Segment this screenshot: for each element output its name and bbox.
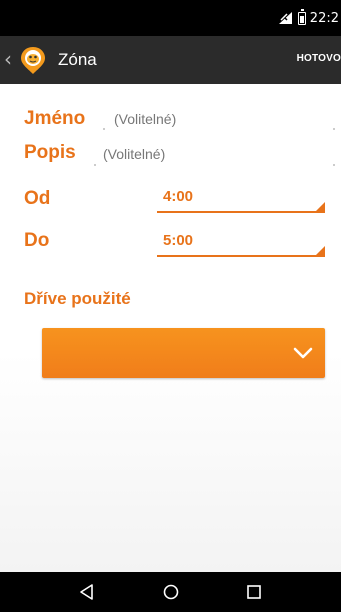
chevron-down-icon [291, 341, 315, 365]
nav-bar [0, 572, 341, 612]
back-triangle-icon[interactable] [77, 582, 97, 602]
to-spinner-underline [157, 255, 325, 257]
from-spinner-underline [157, 211, 325, 213]
name-input[interactable]: (Volitelné) [114, 111, 176, 127]
chevron-left-icon[interactable]: ‹ [4, 49, 12, 69]
app-logo-icon[interactable] [17, 44, 49, 76]
to-time-value: 5:00 [163, 232, 194, 249]
status-icons: 22:2 [278, 8, 339, 27]
previously-used-dropdown[interactable] [42, 328, 325, 378]
to-label: Do [24, 230, 50, 251]
name-input-marker [103, 128, 105, 130]
recents-square-icon[interactable] [244, 582, 264, 602]
app-bar: ‹ Zóna HOTOVO [0, 36, 341, 84]
zone-form: Jméno (Volitelné) Popis (Volitelné) Od 4… [0, 84, 341, 572]
signal-icon [278, 12, 294, 24]
from-spinner-corner [316, 202, 325, 211]
name-input-end [333, 128, 335, 130]
battery-icon [297, 8, 306, 25]
to-spinner-corner [316, 246, 325, 255]
status-time: 22:2 [309, 10, 339, 26]
from-time-value: 4:00 [163, 188, 194, 205]
page-title: Zóna [58, 50, 97, 69]
description-label: Popis [24, 142, 76, 163]
status-bar: 22:2 [0, 0, 341, 36]
from-label: Od [24, 188, 51, 209]
home-circle-icon[interactable] [161, 582, 181, 602]
done-button[interactable]: HOTOVO [297, 53, 341, 64]
name-label: Jméno [24, 108, 86, 129]
description-input[interactable]: (Volitelné) [103, 146, 165, 162]
description-input-end [333, 164, 335, 166]
description-input-marker [94, 164, 96, 166]
previously-used-label: Dříve použité [24, 289, 131, 308]
